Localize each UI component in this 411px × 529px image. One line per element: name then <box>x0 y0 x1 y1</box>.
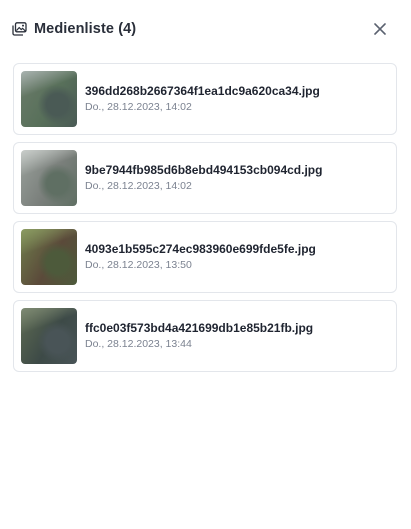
media-thumbnail <box>21 308 77 364</box>
media-item[interactable]: ffc0e03f573bd4a421699db1e85b21fb.jpg Do.… <box>13 300 397 372</box>
media-thumbnail <box>21 71 77 127</box>
media-thumbnail <box>21 150 77 206</box>
media-filename: 396dd268b2667364f1ea1dc9a620ca34.jpg <box>85 84 320 98</box>
media-filename: 4093e1b595c274ec983960e699fde5fe.jpg <box>85 242 316 256</box>
media-thumbnail <box>21 229 77 285</box>
media-date: Do., 28.12.2023, 14:02 <box>85 180 192 192</box>
image-gallery-icon <box>12 21 28 37</box>
media-filename: 9be7944fb985d6b8ebd494153cb094cd.jpg <box>85 163 323 177</box>
media-item[interactable]: 9be7944fb985d6b8ebd494153cb094cd.jpg Do.… <box>13 142 397 214</box>
close-icon <box>374 23 386 35</box>
close-button[interactable] <box>369 18 391 40</box>
media-date: Do., 28.12.2023, 13:44 <box>85 338 192 350</box>
media-item[interactable]: 4093e1b595c274ec983960e699fde5fe.jpg Do.… <box>13 221 397 293</box>
media-filename: ffc0e03f573bd4a421699db1e85b21fb.jpg <box>85 321 314 335</box>
media-item[interactable]: 396dd268b2667364f1ea1dc9a620ca34.jpg Do.… <box>13 63 397 135</box>
media-date: Do., 28.12.2023, 13:50 <box>85 259 192 271</box>
page-title: Medienliste (4) <box>34 21 137 37</box>
media-date: Do., 28.12.2023, 14:02 <box>85 101 192 113</box>
panel-header: Medienliste (4) <box>12 16 397 42</box>
media-list-panel: Medienliste (4) 396dd268b2667364f1ea1dc9… <box>0 0 411 529</box>
media-list: 396dd268b2667364f1ea1dc9a620ca34.jpg Do.… <box>13 63 397 379</box>
